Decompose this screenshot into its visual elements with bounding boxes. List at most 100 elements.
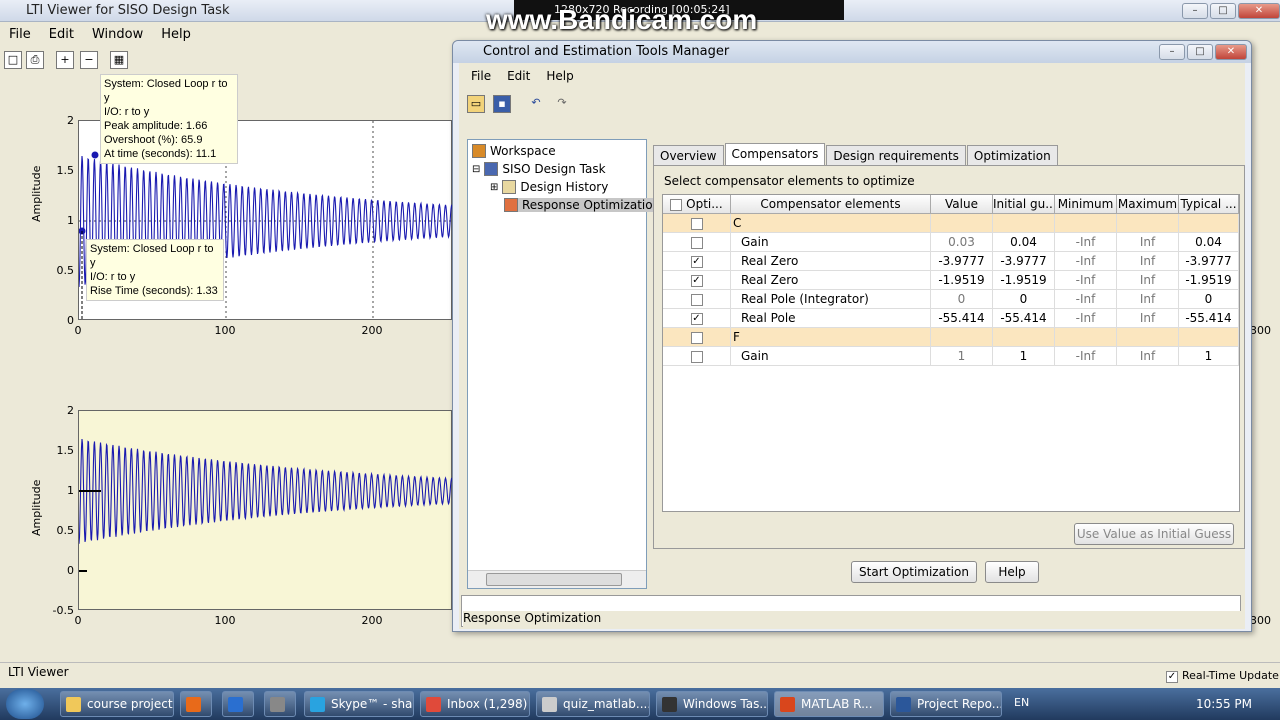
start-button[interactable] — [6, 689, 44, 719]
new-file-icon[interactable]: □ — [4, 51, 22, 69]
siso-icon — [484, 162, 499, 176]
header-typical[interactable]: Typical ... — [1179, 195, 1239, 214]
tab-compensators[interactable]: Compensators — [724, 143, 826, 166]
value-cell: -Inf — [1055, 347, 1117, 366]
realtime-checkbox[interactable]: ✓ — [1166, 670, 1178, 683]
cetm-title-bar: Control and Estimation Tools Manager – □… — [453, 41, 1251, 63]
header-elements[interactable]: Compensator elements — [731, 195, 931, 214]
minimize-button[interactable]: – — [1182, 3, 1208, 19]
taskbar-item[interactable]: Inbox (1,298) ... — [420, 691, 530, 717]
optimize-checkbox-cell[interactable] — [663, 214, 731, 233]
table-row[interactable]: Gain 1 1 -Inf Inf 1 — [663, 347, 1239, 366]
optimize-checkbox-cell[interactable]: ✓ — [663, 252, 731, 271]
ytick: 0.5 — [56, 524, 75, 537]
xtick: 100 — [214, 614, 236, 627]
optimize-checkbox[interactable]: ✓ — [690, 274, 703, 287]
optimize-checkbox[interactable] — [690, 331, 703, 344]
header-value[interactable]: Value — [931, 195, 993, 214]
menu-help[interactable]: Help — [152, 24, 200, 46]
start-optimization-button[interactable]: Start Optimization — [851, 561, 977, 583]
zoom-in-icon[interactable]: + — [56, 51, 74, 69]
tree-node-history[interactable]: ⊞ Design History — [490, 180, 608, 194]
optimize-checkbox[interactable] — [690, 350, 703, 363]
optimize-checkbox-cell[interactable]: ✓ — [663, 309, 731, 328]
optimize-checkbox-cell[interactable] — [663, 290, 731, 309]
step-response-plot-bottom[interactable] — [78, 410, 454, 610]
value-cell: 0 — [931, 290, 993, 309]
help-button[interactable]: Help — [985, 561, 1039, 583]
taskbar-item[interactable]: MATLAB R... — [774, 691, 884, 717]
optimize-checkbox[interactable]: ✓ — [690, 312, 703, 325]
menu-edit[interactable]: Edit — [499, 67, 538, 85]
menu-help[interactable]: Help — [538, 67, 581, 85]
language-indicator[interactable]: EN — [1014, 696, 1029, 709]
save-icon[interactable]: ▪ — [493, 95, 511, 113]
taskbar-item[interactable] — [264, 691, 296, 717]
taskbar-item[interactable] — [222, 691, 254, 717]
value-cell — [931, 214, 993, 233]
tree-node-siso[interactable]: ⊟ SISO Design Task — [472, 162, 606, 176]
ytick: 1.5 — [56, 444, 75, 457]
optimize-checkbox[interactable] — [690, 217, 703, 230]
value-cell — [1179, 328, 1239, 347]
tree-node-workspace[interactable]: Workspace — [472, 144, 556, 158]
taskbar-item[interactable]: Windows Tas... — [656, 691, 768, 717]
optimize-checkbox[interactable]: ✓ — [690, 255, 703, 268]
table-row[interactable]: ✓ Real Pole -55.414 -55.414 -Inf Inf -55.414 — [663, 309, 1239, 328]
ytick: 1 — [67, 214, 74, 227]
tree-node-response-optimization[interactable]: Response Optimization — [504, 198, 663, 212]
optimize-checkbox-cell[interactable] — [663, 347, 731, 366]
header-maximum[interactable]: Maximum — [1117, 195, 1179, 214]
use-value-button[interactable]: Use Value as Initial Guess — [1074, 523, 1234, 545]
optimize-checkbox[interactable] — [690, 293, 703, 306]
maximize-button[interactable]: □ — [1210, 3, 1236, 19]
response-icon — [504, 198, 518, 212]
table-row[interactable]: C — [663, 214, 1239, 233]
menu-window[interactable]: Window — [83, 24, 152, 46]
taskbar-item[interactable] — [180, 691, 212, 717]
tree-hscrollbar[interactable] — [468, 570, 646, 588]
header-optimize[interactable]: Opti... — [663, 195, 731, 214]
zoom-out-icon[interactable]: − — [80, 51, 98, 69]
history-icon — [502, 180, 517, 194]
clock[interactable]: 10:55 PM — [1196, 697, 1252, 711]
menu-edit[interactable]: Edit — [40, 24, 83, 46]
grid-icon[interactable]: ▦ — [110, 51, 128, 69]
close-button[interactable]: ✕ — [1238, 3, 1280, 19]
rise-time-datatip: System: Closed Loop r to y I/O: r to y R… — [86, 239, 224, 301]
lti-status-bar: LTI Viewer ✓ Real-Time Update — [0, 662, 1280, 688]
table-row[interactable]: F — [663, 328, 1239, 347]
close-button[interactable]: ✕ — [1215, 44, 1247, 60]
table-row[interactable]: Real Pole (Integrator) 0 0 -Inf Inf 0 — [663, 290, 1239, 309]
open-folder-icon[interactable]: ▭ — [467, 95, 485, 113]
table-row[interactable]: ✓ Real Zero -1.9519 -1.9519 -Inf Inf -1.9519 — [663, 271, 1239, 290]
header-initial[interactable]: Initial gu... — [993, 195, 1055, 214]
xtick-300-bottom: 300 — [1250, 614, 1271, 627]
menu-file[interactable]: File — [0, 24, 40, 46]
taskbar-item[interactable]: course project — [60, 691, 174, 717]
undo-icon[interactable]: ↶ — [527, 95, 545, 113]
menu-file[interactable]: File — [463, 67, 499, 85]
tree-label: Workspace — [490, 144, 556, 158]
select-all-checkbox[interactable] — [670, 198, 683, 211]
table-row[interactable]: ✓ Real Zero -3.9777 -3.9777 -Inf Inf -3.9777 — [663, 252, 1239, 271]
taskbar-item[interactable]: Skype™ - sha... — [304, 691, 414, 717]
taskbar-item[interactable]: quiz_matlab.... — [536, 691, 650, 717]
lti-menubar: File Edit Window Help — [0, 24, 452, 46]
redo-icon[interactable]: ↷ — [553, 95, 571, 113]
header-minimum[interactable]: Minimum — [1055, 195, 1117, 214]
print-icon[interactable]: ⎙ — [26, 51, 44, 69]
value-cell: 1 — [931, 347, 993, 366]
maximize-button[interactable]: □ — [1187, 44, 1213, 60]
value-cell — [993, 214, 1055, 233]
optimize-checkbox-cell[interactable] — [663, 233, 731, 252]
minimize-button[interactable]: – — [1159, 44, 1185, 60]
taskbar-item[interactable]: Project Repo... — [890, 691, 1002, 717]
optimize-checkbox-cell[interactable] — [663, 328, 731, 347]
optimize-checkbox-cell[interactable]: ✓ — [663, 271, 731, 290]
value-cell: 0 — [1179, 290, 1239, 309]
table-row[interactable]: Gain 0.03 0.04 -Inf Inf 0.04 — [663, 233, 1239, 252]
value-cell — [1117, 328, 1179, 347]
value-cell: Inf — [1117, 347, 1179, 366]
optimize-checkbox[interactable] — [690, 236, 703, 249]
